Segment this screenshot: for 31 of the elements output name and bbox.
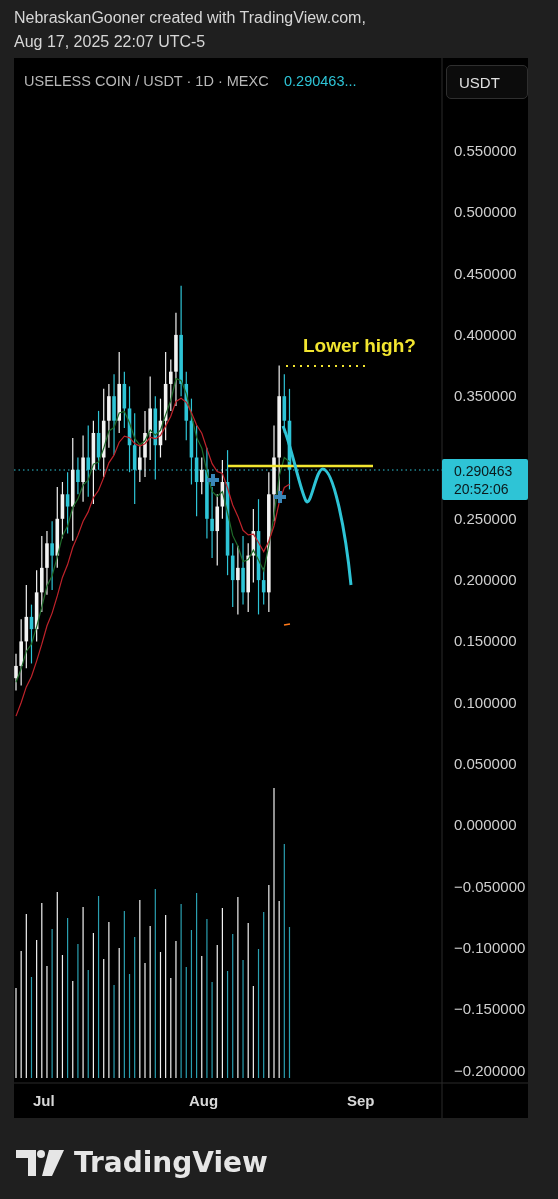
credit-date: Aug 17, 2025 22:07 UTC-5 <box>14 32 207 52</box>
tick-mark <box>283 623 291 626</box>
price-label: −0.150000 <box>454 1000 526 1018</box>
price-label: −0.050000 <box>454 877 526 895</box>
price-label: 0.100000 <box>454 693 517 711</box>
price-label: −0.200000 <box>454 1061 526 1079</box>
time-label: Sep <box>347 1092 375 1109</box>
annotation-text: Lower high? <box>303 335 416 356</box>
price-label: 0.500000 <box>454 203 517 221</box>
currency-button[interactable]: USDT <box>446 65 528 99</box>
time-label: Jul <box>33 1092 55 1109</box>
price-label: 0.350000 <box>454 387 517 405</box>
bar-countdown: 20:52:06 <box>454 481 509 497</box>
price-label: 0.000000 <box>454 816 517 834</box>
credit-text: NebraskanGooner created with TradingView.com, <box>14 8 367 28</box>
price-label: 0.050000 <box>454 755 517 772</box>
price-label: 0.450000 <box>454 264 517 282</box>
symbol-legend: USELESS COIN / USDT · 1D · MEXC <box>24 73 269 89</box>
cross-marker <box>272 489 288 505</box>
time-label: Aug <box>189 1092 219 1109</box>
price-label: 0.250000 <box>454 509 517 527</box>
price-label: 0.150000 <box>454 632 517 650</box>
last-price: 0.290463... <box>284 73 357 89</box>
cross-marker <box>205 472 221 488</box>
price-label: −0.100000 <box>454 938 526 956</box>
price-label: 0.400000 <box>454 325 517 343</box>
price-label: 0.550000 <box>454 142 517 159</box>
logo-icon <box>16 1149 64 1176</box>
logo-text: TradingView <box>74 1146 268 1179</box>
price-label: 0.200000 <box>454 571 517 589</box>
current-price: 0.290463 <box>454 463 513 479</box>
